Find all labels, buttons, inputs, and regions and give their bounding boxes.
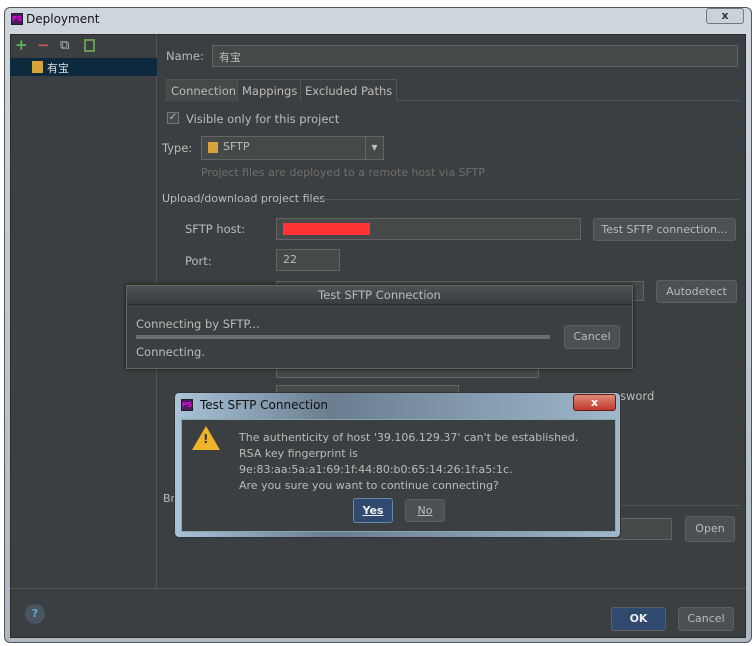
tab-mappings[interactable]: Mappings [237, 79, 303, 101]
sftp-host-input[interactable] [276, 218, 581, 240]
yes-button[interactable]: Yes [353, 498, 393, 523]
add-icon[interactable]: + [15, 36, 28, 54]
phpstorm-icon: PS [181, 399, 193, 411]
name-input[interactable]: 有宝 [212, 45, 738, 67]
progress-dialog-title: Test SFTP Connection [127, 286, 632, 305]
tab-excluded-paths[interactable]: Excluded Paths [300, 79, 398, 101]
progress-status: Connecting by SFTP... [136, 317, 260, 331]
autodetect-button[interactable]: Autodetect [656, 280, 737, 303]
test-sftp-connection-button[interactable]: Test SFTP connection... [593, 218, 736, 241]
name-label: Name: [166, 49, 204, 63]
sftp-host-label: SFTP host: [185, 222, 246, 236]
sftp-server-icon [32, 61, 43, 73]
confirm-line-1: The authenticity of host '39.106.129.37'… [239, 431, 579, 444]
type-label: Type: [162, 141, 193, 155]
visible-only-label: Visible only for this project [186, 112, 340, 126]
help-button[interactable]: ? [25, 604, 45, 624]
confirm-dialog: PS Test SFTP Connection x ! The authenti… [174, 392, 621, 538]
sftp-icon [208, 141, 218, 153]
phpstorm-icon: PS [11, 13, 23, 25]
confirm-message: The authenticity of host '39.106.129.37'… [239, 430, 615, 494]
type-select[interactable]: SFTP ▼ [201, 136, 384, 160]
visible-only-checkbox[interactable]: ✓ [167, 112, 179, 124]
type-hint: Project files are deployed to a remote h… [201, 166, 486, 179]
section-divider [315, 199, 740, 200]
copy-icon[interactable]: ⧉ [60, 38, 69, 53]
confirm-close-button[interactable]: x [573, 394, 616, 411]
ok-button[interactable]: OK [611, 607, 666, 631]
open-button[interactable]: Open [685, 516, 735, 542]
type-value: SFTP [223, 140, 250, 153]
default-server-icon[interactable] [84, 39, 95, 52]
port-label: Port: [185, 254, 212, 268]
confirm-line-2: RSA key fingerprint is 9e:83:aa:5a:a1:69… [239, 447, 513, 476]
progress-detail: Connecting. [136, 345, 205, 359]
port-input[interactable]: 22 [276, 249, 340, 271]
cancel-button[interactable]: Cancel [678, 607, 734, 631]
confirm-dialog-content: ! The authenticity of host '39.106.129.3… [181, 419, 616, 532]
window-title: Deployment [26, 12, 100, 26]
progress-dialog: Test SFTP Connection Connecting by SFTP.… [126, 285, 633, 369]
warning-icon-mark: ! [203, 432, 209, 446]
tab-connection[interactable]: Connection [166, 79, 242, 101]
save-password-label: sword [620, 389, 655, 403]
confirm-dialog-title: Test SFTP Connection [200, 398, 329, 412]
footer-divider [10, 588, 746, 589]
server-list-item-label: 有宝 [47, 62, 69, 75]
progress-bar [136, 335, 550, 339]
section-divider-2 [610, 505, 740, 506]
redacted-host [283, 223, 370, 235]
window-close-button[interactable]: x [706, 8, 744, 24]
section-title: Upload/download project files [162, 192, 326, 205]
confirm-line-3: Are you sure you want to continue connec… [239, 479, 499, 492]
remove-icon[interactable]: − [37, 36, 50, 54]
progress-cancel-button[interactable]: Cancel [564, 325, 620, 349]
no-button[interactable]: No [405, 499, 445, 522]
chevron-down-icon[interactable]: ▼ [365, 137, 383, 159]
